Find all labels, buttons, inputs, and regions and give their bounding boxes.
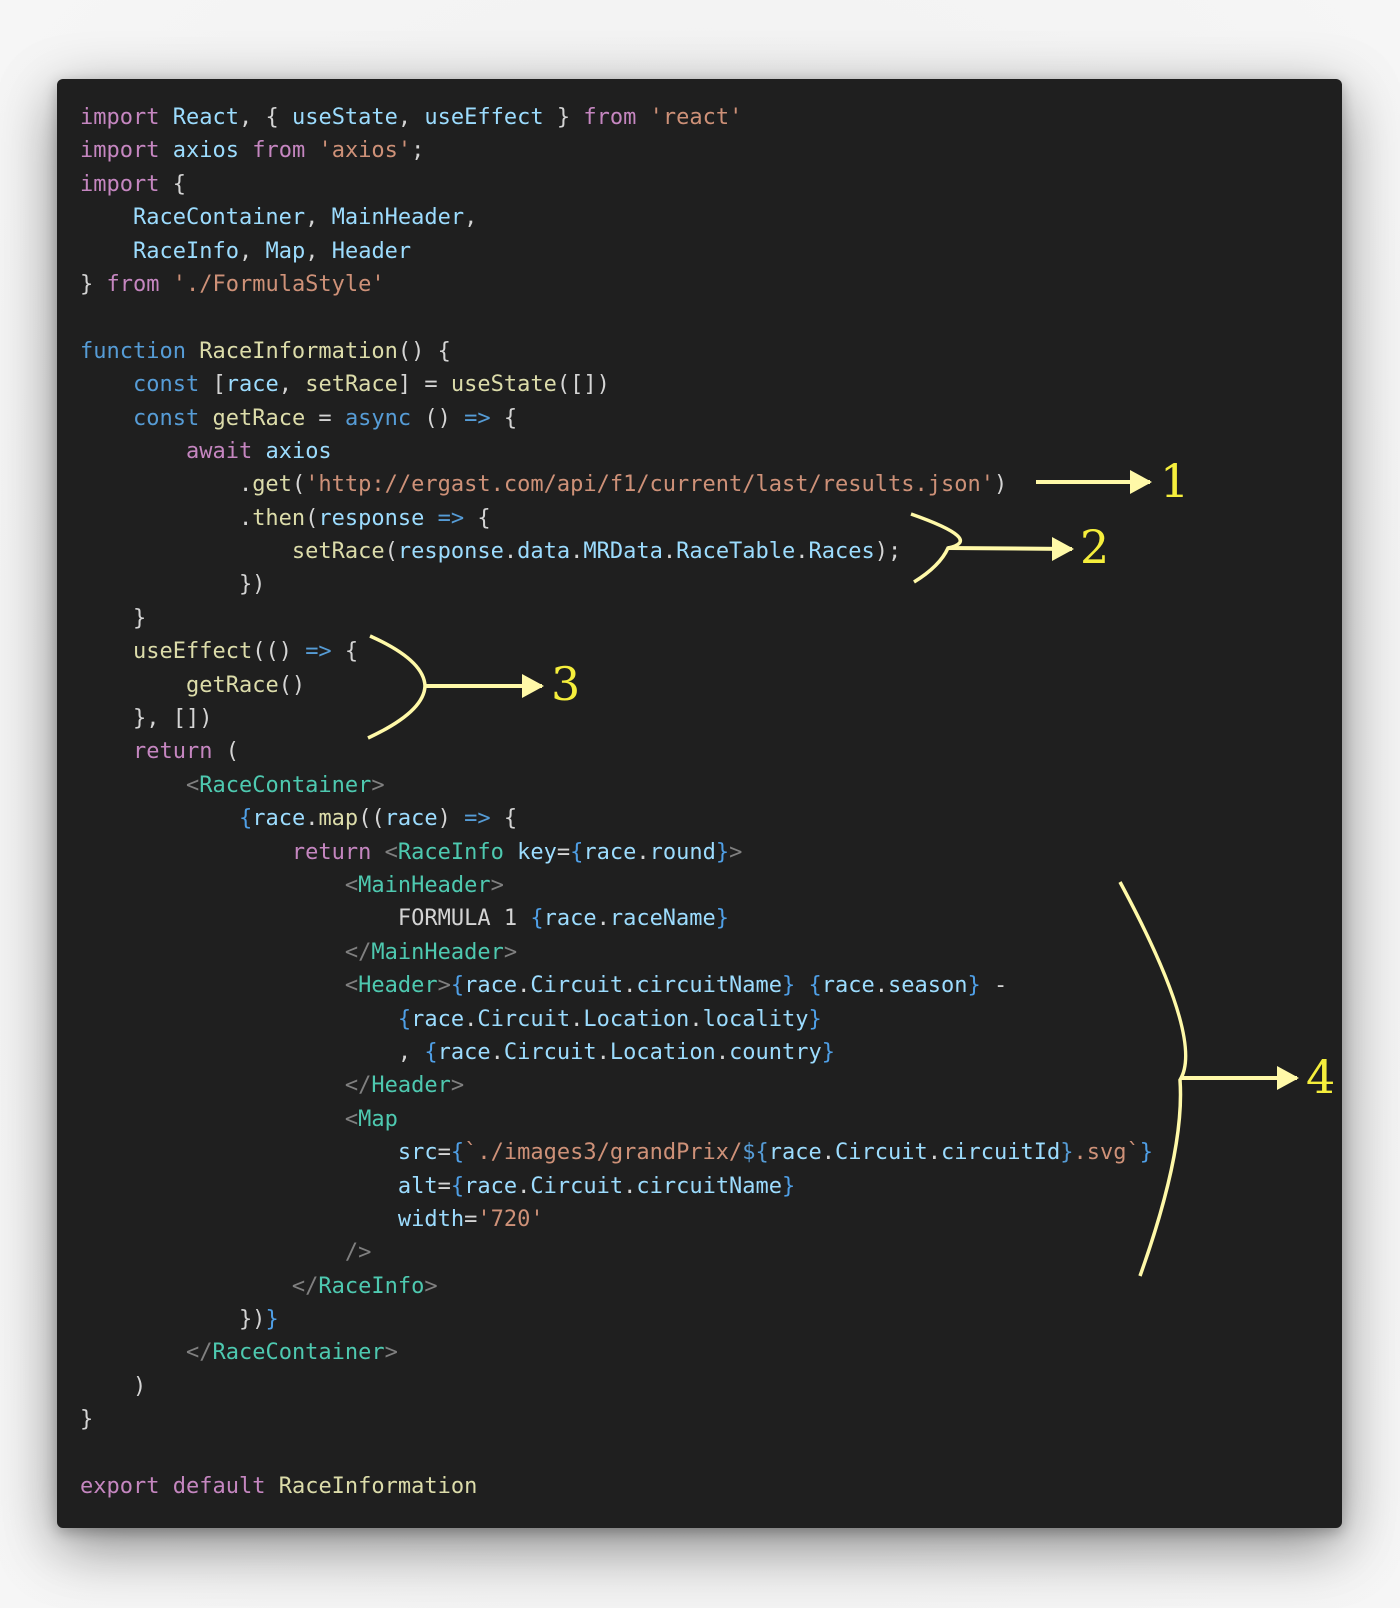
- annotation-overlay: [367, 470, 1299, 1277]
- annotation-number-3: 3: [551, 657, 581, 711]
- annotation-bracket-2: [910, 512, 1074, 584]
- annotation-number-1: 1: [1160, 454, 1190, 508]
- annotation-number-4: 4: [1306, 1050, 1336, 1104]
- annotation-bracket-4: [1118, 881, 1299, 1277]
- annotation-number-2: 2: [1080, 520, 1110, 574]
- annotation-bracket-3: [367, 634, 544, 740]
- annotation-arrow-1: [1036, 470, 1152, 494]
